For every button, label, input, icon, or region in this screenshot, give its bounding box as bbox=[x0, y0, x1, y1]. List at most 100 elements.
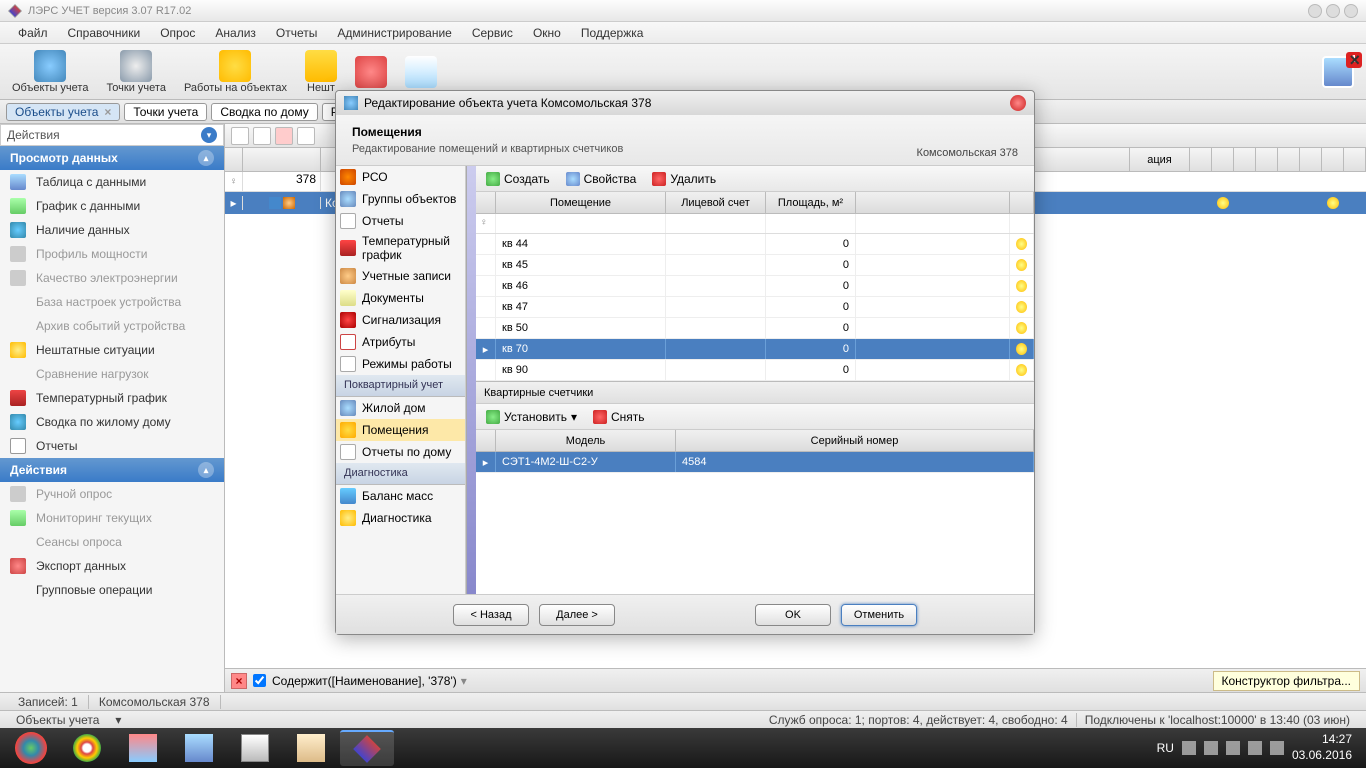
filter-clear-icon[interactable]: × bbox=[231, 673, 247, 689]
tray-lang[interactable]: RU bbox=[1157, 741, 1174, 755]
menu-poll[interactable]: Опрос bbox=[150, 26, 205, 40]
delete-button[interactable]: Удалить bbox=[648, 170, 720, 188]
edit-icon[interactable] bbox=[253, 127, 271, 145]
nav-section-diag[interactable]: Диагностика bbox=[336, 463, 465, 485]
room-row[interactable]: кв 440 bbox=[476, 234, 1034, 255]
nav-balance[interactable]: Баланс масс bbox=[336, 485, 465, 507]
filter-dropdown-icon[interactable]: ▾ bbox=[461, 674, 467, 688]
sidebar-item[interactable]: Отчеты bbox=[0, 434, 224, 458]
meter-row[interactable]: ▸ СЭТ1-4М2-Ш-С2-У 4584 bbox=[476, 452, 1034, 473]
sidebar-item[interactable]: Сводка по жилому дому bbox=[0, 410, 224, 434]
sidebar-item[interactable]: График с данными bbox=[0, 194, 224, 218]
taskbar-paint[interactable] bbox=[116, 730, 170, 766]
nav-modes[interactable]: Режимы работы bbox=[336, 353, 465, 375]
sb-actions-header[interactable]: Действия ▴ bbox=[0, 458, 224, 482]
menu-admin[interactable]: Администрирование bbox=[327, 26, 461, 40]
sidebar-item[interactable]: Нештатные ситуации bbox=[0, 338, 224, 362]
nav-diag[interactable]: Диагностика bbox=[336, 507, 465, 529]
tab-summary[interactable]: Сводка по дому bbox=[211, 103, 317, 121]
taskbar-explorer[interactable] bbox=[284, 730, 338, 766]
create-button[interactable]: Создать bbox=[482, 170, 554, 188]
nav-signal[interactable]: Сигнализация bbox=[336, 309, 465, 331]
nav-temp[interactable]: Температурный график bbox=[336, 232, 465, 265]
menu-analyze[interactable]: Анализ bbox=[205, 26, 266, 40]
sidebar-item[interactable]: Таблица с данными bbox=[0, 170, 224, 194]
nav-reports[interactable]: Отчеты bbox=[336, 210, 465, 232]
tb-works[interactable]: Работы на объектах bbox=[178, 48, 293, 96]
room-row[interactable]: кв 500 bbox=[476, 318, 1034, 339]
menu-service[interactable]: Сервис bbox=[462, 26, 523, 40]
menu-window[interactable]: Окно bbox=[523, 26, 571, 40]
cancel-button[interactable]: Отменить bbox=[841, 604, 917, 626]
sidebar-action-item[interactable]: Экспорт данных bbox=[0, 554, 224, 578]
sb-view-header[interactable]: Просмотр данных ▴ bbox=[0, 146, 224, 170]
status-objects-dropdown[interactable]: Объекты учета▾ bbox=[8, 713, 129, 727]
mdi-close-icon[interactable]: × bbox=[1349, 50, 1360, 71]
remove-button[interactable]: Снять bbox=[589, 408, 649, 426]
properties-button[interactable]: Свойства bbox=[562, 170, 641, 188]
taskbar-calc[interactable] bbox=[228, 730, 282, 766]
col-number[interactable] bbox=[243, 148, 321, 171]
action-icon[interactable] bbox=[297, 127, 315, 145]
room-row[interactable]: кв 460 bbox=[476, 276, 1034, 297]
nav-house[interactable]: Жилой дом bbox=[336, 397, 465, 419]
nav-scrollbar[interactable] bbox=[466, 166, 476, 594]
dialog-close-icon[interactable] bbox=[1010, 95, 1026, 111]
nav-rso[interactable]: РСО bbox=[336, 166, 465, 188]
tb-objects[interactable]: Объекты учета bbox=[6, 48, 94, 96]
minimize-icon[interactable] bbox=[1308, 4, 1322, 18]
tb-points[interactable]: Точки учета bbox=[100, 48, 172, 96]
col-room[interactable]: Помещение bbox=[496, 192, 666, 213]
col-extra[interactable]: ация bbox=[1130, 148, 1190, 171]
tab-points[interactable]: Точки учета bbox=[124, 103, 207, 121]
back-button[interactable]: < Назад bbox=[453, 604, 529, 626]
col-serial[interactable]: Серийный номер bbox=[676, 430, 1034, 451]
delete-icon[interactable] bbox=[275, 127, 293, 145]
menu-reports[interactable]: Отчеты bbox=[266, 26, 327, 40]
tray-flag-icon[interactable] bbox=[1226, 741, 1240, 755]
install-button[interactable]: Установить▾ bbox=[482, 408, 581, 426]
nav-attrs[interactable]: Атрибуты bbox=[336, 331, 465, 353]
tab-close-icon[interactable]: × bbox=[104, 105, 111, 119]
rooms-filter-row[interactable]: ♀ bbox=[476, 214, 1034, 234]
nav-rooms[interactable]: Помещения bbox=[336, 419, 465, 441]
start-button[interactable] bbox=[4, 730, 58, 766]
col-account[interactable]: Лицевой счет bbox=[666, 192, 766, 213]
ok-button[interactable]: OK bbox=[755, 604, 831, 626]
room-row[interactable]: кв 450 bbox=[476, 255, 1034, 276]
tb-map[interactable] bbox=[349, 54, 393, 90]
tb-calendar[interactable] bbox=[399, 54, 443, 90]
nav-section-apartment[interactable]: Поквартирный учет bbox=[336, 375, 465, 397]
room-row[interactable]: кв 900 bbox=[476, 360, 1034, 381]
room-row[interactable]: ▸кв 700 bbox=[476, 339, 1034, 360]
maximize-icon[interactable] bbox=[1326, 4, 1340, 18]
menu-file[interactable]: Файл bbox=[8, 26, 58, 40]
nav-groups[interactable]: Группы объектов bbox=[336, 188, 465, 210]
filter-enable-checkbox[interactable] bbox=[253, 674, 266, 687]
col-area[interactable]: Площадь, м² bbox=[766, 192, 856, 213]
tray-arrow-icon[interactable] bbox=[1182, 741, 1196, 755]
tb-emerg[interactable]: Нешт bbox=[299, 48, 343, 96]
taskbar-notepad[interactable] bbox=[172, 730, 226, 766]
nav-house-reports[interactable]: Отчеты по дому bbox=[336, 441, 465, 463]
tray-network-icon[interactable] bbox=[1248, 741, 1262, 755]
close-icon[interactable] bbox=[1344, 4, 1358, 18]
tray-clock[interactable]: 14:27 03.06.2016 bbox=[1292, 732, 1352, 763]
menu-ref[interactable]: Справочники bbox=[58, 26, 151, 40]
taskbar-app[interactable] bbox=[340, 730, 394, 766]
refresh-icon[interactable] bbox=[231, 127, 249, 145]
menu-help[interactable]: Поддержка bbox=[571, 26, 654, 40]
sidebar-action-item[interactable]: Групповые операции bbox=[0, 578, 224, 602]
col-model[interactable]: Модель bbox=[496, 430, 676, 451]
nav-accounts[interactable]: Учетные записи bbox=[336, 265, 465, 287]
dialog-titlebar[interactable]: Редактирование объекта учета Комсомольск… bbox=[336, 91, 1034, 115]
tray-action-icon[interactable] bbox=[1204, 741, 1218, 755]
sidebar-item[interactable]: Наличие данных bbox=[0, 218, 224, 242]
tray-volume-icon[interactable] bbox=[1270, 741, 1284, 755]
sidebar-item[interactable]: Температурный график bbox=[0, 386, 224, 410]
room-row[interactable]: кв 470 bbox=[476, 297, 1034, 318]
next-button[interactable]: Далее > bbox=[539, 604, 615, 626]
taskbar-chrome[interactable] bbox=[60, 730, 114, 766]
nav-docs[interactable]: Документы bbox=[336, 287, 465, 309]
tab-objects[interactable]: Объекты учета× bbox=[6, 103, 120, 121]
